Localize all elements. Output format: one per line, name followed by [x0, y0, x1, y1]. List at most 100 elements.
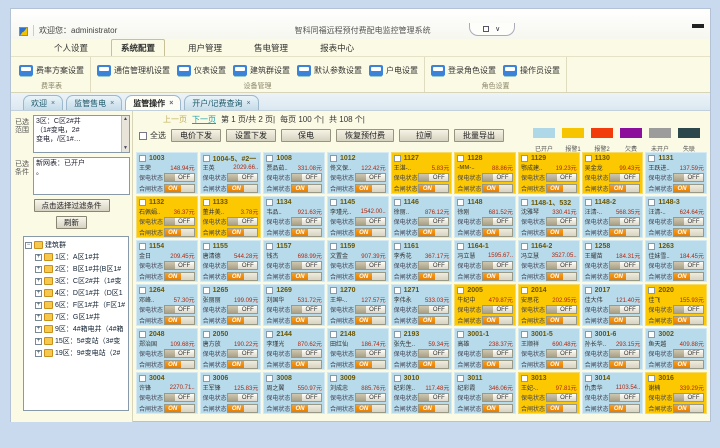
selected-range-listbox[interactable]: ▲ ▼ 3区：C区2#井（1#变电，2#变电，/区1#…	[33, 115, 130, 153]
room-checkbox[interactable]	[521, 155, 528, 162]
room-checkbox[interactable]	[394, 375, 401, 382]
expand-icon[interactable]: +	[35, 314, 42, 321]
baodian-toggle[interactable]: OFF	[418, 217, 449, 226]
baodian-toggle[interactable]: OFF	[609, 305, 640, 314]
expand-icon[interactable]: +	[35, 302, 42, 309]
menu-item-0[interactable]: 个人设置	[45, 40, 97, 56]
baodian-toggle[interactable]: OFF	[673, 261, 704, 270]
room-card[interactable]: 2050唐方放190.22元保电状态OFF合闸状态ON	[200, 328, 262, 370]
hezha-toggle[interactable]: ON	[418, 360, 449, 369]
hezha-toggle[interactable]: ON	[291, 272, 322, 281]
room-card[interactable]: 3006王军锋125.83元保电状态OFF合闸状态ON	[200, 372, 262, 414]
room-checkbox[interactable]	[330, 331, 337, 338]
baodian-toggle[interactable]: OFF	[291, 217, 322, 226]
scroll-down-icon[interactable]: ▼	[123, 145, 128, 152]
room-checkbox[interactable]	[521, 199, 528, 206]
room-checkbox[interactable]	[330, 375, 337, 382]
baodian-toggle[interactable]: OFF	[418, 173, 449, 182]
room-checkbox[interactable]	[394, 199, 401, 206]
room-checkbox[interactable]	[457, 155, 464, 162]
room-checkbox[interactable]	[266, 155, 273, 162]
room-card[interactable]: 2005牛纪中479.87元保电状态OFF合闸状态ON	[454, 284, 516, 326]
hezha-toggle[interactable]: ON	[291, 360, 322, 369]
hezha-toggle[interactable]: ON	[673, 228, 704, 237]
baodian-toggle[interactable]: OFF	[482, 261, 513, 270]
tree-node[interactable]: +15区：5#变站（3#变	[35, 335, 127, 347]
toolbar-button-2[interactable]: 保电	[281, 129, 331, 142]
hezha-toggle[interactable]: ON	[673, 184, 704, 193]
hezha-toggle[interactable]: ON	[291, 228, 322, 237]
room-card[interactable]: 1164-2冯立慧3527.05..保电状态OFF合闸状态ON	[518, 240, 580, 282]
room-checkbox[interactable]	[521, 331, 528, 338]
hezha-toggle[interactable]: ON	[609, 272, 640, 281]
baodian-toggle[interactable]: OFF	[546, 305, 577, 314]
hezha-toggle[interactable]: ON	[482, 272, 513, 281]
hezha-toggle[interactable]: ON	[164, 184, 195, 193]
hezha-toggle[interactable]: ON	[482, 228, 513, 237]
room-card[interactable]: 1134韦品..921.63元保电状态OFF合闸状态ON	[263, 196, 325, 238]
hezha-toggle[interactable]: ON	[355, 184, 386, 193]
toolbar-button-1[interactable]: 设置下发	[226, 129, 276, 142]
listbox-scrollbar[interactable]: ▲ ▼	[121, 116, 129, 152]
tree-root[interactable]: −建筑群	[25, 239, 127, 251]
expand-icon[interactable]: +	[35, 326, 42, 333]
room-checkbox[interactable]	[203, 331, 210, 338]
baodian-toggle[interactable]: OFF	[673, 173, 704, 182]
room-card[interactable]: 1133董井美..3.78元保电状态OFF合闸状态ON	[200, 196, 262, 238]
toolbar-button-4[interactable]: 拉闸	[399, 129, 449, 142]
baodian-toggle[interactable]: OFF	[546, 217, 577, 226]
hezha-toggle[interactable]: ON	[673, 272, 704, 281]
baodian-toggle[interactable]: OFF	[227, 305, 258, 314]
baodian-toggle[interactable]: OFF	[291, 349, 322, 358]
room-card[interactable]: 2144李瑾光870.62元保电状态OFF合闸状态ON	[263, 328, 325, 370]
baodian-toggle[interactable]: OFF	[164, 261, 195, 270]
room-checkbox[interactable]	[394, 243, 401, 250]
room-card[interactable]: 2193张先生..59.34元保电状态OFF合闸状态ON	[391, 328, 453, 370]
close-icon[interactable]: ×	[169, 100, 173, 107]
menu-item-4[interactable]: 报表中心	[311, 40, 363, 56]
ribbon-button[interactable]: 户电设置	[367, 63, 420, 78]
hezha-toggle[interactable]: ON	[291, 404, 322, 413]
room-card[interactable]: 3016谢楠339.29元保电状态OFF合闸状态ON	[645, 372, 707, 414]
ribbon-button[interactable]: 仪表设置	[175, 63, 228, 78]
room-checkbox[interactable]	[203, 287, 210, 294]
room-checkbox[interactable]	[266, 375, 273, 382]
room-card[interactable]: 1271李伟永533.03元保电状态OFF合闸状态ON	[391, 284, 453, 326]
hezha-toggle[interactable]: ON	[164, 404, 195, 413]
room-card[interactable]: 1148-2汪清-..568.35元保电状态OFF合闸状态ON	[582, 196, 644, 238]
baodian-toggle[interactable]: OFF	[227, 173, 258, 182]
room-checkbox[interactable]	[521, 287, 528, 294]
baodian-toggle[interactable]: OFF	[546, 393, 577, 402]
room-card[interactable]: 2017佳大伟121.40元保电状态OFF合闸状态ON	[582, 284, 644, 326]
select-all-checkbox[interactable]	[139, 132, 147, 140]
room-checkbox[interactable]	[457, 287, 464, 294]
selected-condition-listbox[interactable]: 新网表：已开户。	[33, 157, 130, 195]
doc-tab-1[interactable]: 监管售电×	[66, 95, 122, 110]
ribbon-button[interactable]: 通信管理机设置	[95, 63, 172, 78]
room-card[interactable]: 1130吴金龙99.43元保电状态OFF合闸状态ON	[582, 152, 644, 194]
expand-icon[interactable]: +	[35, 278, 42, 285]
hezha-toggle[interactable]: ON	[164, 360, 195, 369]
room-checkbox[interactable]	[585, 199, 592, 206]
hezha-toggle[interactable]: ON	[418, 316, 449, 325]
hezha-toggle[interactable]: ON	[482, 316, 513, 325]
tree-node[interactable]: +6区：F区1#井（F区1#	[35, 299, 127, 311]
restore-icon[interactable]	[483, 26, 489, 32]
hezha-toggle[interactable]: ON	[227, 316, 258, 325]
hezha-toggle[interactable]: ON	[609, 360, 640, 369]
room-checkbox[interactable]	[585, 331, 592, 338]
room-checkbox[interactable]	[139, 287, 146, 294]
baodian-toggle[interactable]: OFF	[227, 349, 258, 358]
ribbon-button[interactable]: 操作员设置	[501, 63, 562, 78]
room-card[interactable]: 1159文置金907.39元保电状态OFF合闸状态ON	[327, 240, 389, 282]
tree-node[interactable]: +7区：G区1#井	[35, 311, 127, 323]
baodian-toggle[interactable]: OFF	[164, 393, 195, 402]
hezha-toggle[interactable]: ON	[418, 272, 449, 281]
hezha-toggle[interactable]: ON	[609, 404, 640, 413]
room-checkbox[interactable]	[648, 375, 655, 382]
baodian-toggle[interactable]: OFF	[609, 349, 640, 358]
tree-node[interactable]: +19区：9#变电站（2#	[35, 347, 127, 359]
room-checkbox[interactable]	[330, 155, 337, 162]
menu-item-2[interactable]: 用户管理	[179, 40, 231, 56]
baodian-toggle[interactable]: OFF	[291, 261, 322, 270]
